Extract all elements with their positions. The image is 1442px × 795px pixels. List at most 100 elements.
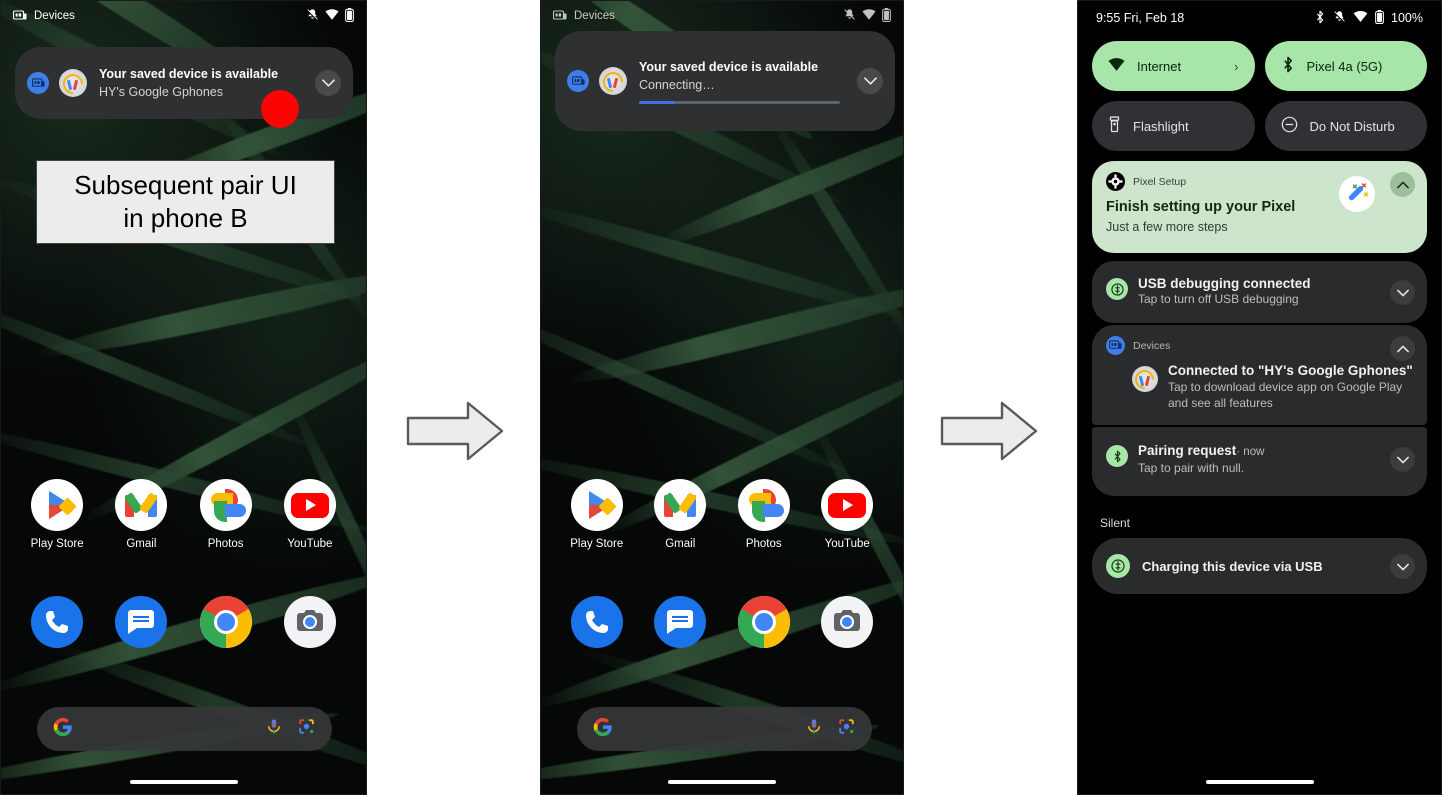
app-label: Gmail — [665, 538, 696, 550]
figure-caption: Subsequent pair UI in phone B — [36, 160, 335, 244]
notification-title: Pairing request — [1138, 443, 1237, 458]
svg-text:✖: ✖ — [1363, 192, 1369, 199]
app-grid: Play Store Gmail Photos YouTube — [541, 479, 903, 648]
silent-notification-list: Charging this device via USB — [1078, 538, 1441, 594]
devices-icon — [13, 10, 27, 22]
chevron-down-icon[interactable] — [1390, 447, 1415, 472]
battery-icon — [1375, 9, 1384, 27]
app-row-1: Play Store Gmail Photos YouTube — [541, 479, 903, 550]
notification-subtitle: Tap to turn off USB debugging — [1138, 292, 1299, 306]
qs-tile-label: Do Not Disturb — [1309, 118, 1395, 134]
battery-percent-label: 100% — [1391, 11, 1423, 25]
app-chrome[interactable] — [729, 596, 799, 648]
app-label: Gmail — [126, 538, 157, 550]
google-lens-icon[interactable] — [837, 717, 856, 741]
app-row-1: Play Store Gmail Photos YouTube — [1, 479, 366, 550]
notification-title: USB debugging connected — [1138, 276, 1311, 291]
phone-icon — [570, 596, 623, 648]
home-nav-pill[interactable] — [129, 780, 238, 784]
google-photos-icon — [199, 479, 252, 531]
qs-tile-bluetooth[interactable]: Pixel 4a (5G) — [1264, 41, 1427, 91]
app-gmail[interactable]: Gmail — [106, 479, 176, 550]
notification-usb-debugging[interactable]: USB debugging connected Tap to turn off … — [1092, 261, 1427, 323]
google-search-bar[interactable] — [577, 707, 872, 751]
google-lens-icon[interactable] — [297, 717, 316, 741]
app-camera[interactable] — [812, 596, 882, 648]
app-youtube[interactable]: YouTube — [275, 479, 345, 550]
svg-text:✖: ✖ — [1361, 183, 1367, 190]
notification-title: Your saved device is available — [99, 66, 279, 81]
devices-icon — [553, 10, 567, 22]
app-gmail[interactable]: Gmail — [645, 479, 715, 550]
app-chrome[interactable] — [191, 596, 261, 648]
right-arrow-icon — [406, 400, 504, 467]
heads-up-notification[interactable]: Your saved device is available Connectin… — [555, 31, 895, 131]
notification-pixel-setup[interactable]: Pixel Setup ✖ ✖ ✖ Finish setting up your… — [1092, 161, 1427, 253]
notification-title: Your saved device is available — [639, 59, 819, 74]
notification-timestamp: · now — [1236, 446, 1265, 458]
heads-up-notification[interactable]: Your saved device is available HY's Goog… — [15, 47, 353, 119]
app-play-store[interactable]: Play Store — [562, 479, 632, 550]
earbuds-device-icon — [1132, 366, 1158, 392]
chevron-up-icon[interactable] — [1390, 172, 1415, 197]
notification-text: Your saved device is available Connectin… — [639, 59, 851, 104]
svg-text:✖: ✖ — [1352, 184, 1358, 191]
app-label: YouTube — [287, 538, 333, 550]
notification-subtitle: Tap to pair with null. — [1138, 461, 1245, 475]
usb-icon — [1106, 278, 1128, 300]
wifi-icon — [325, 9, 339, 23]
app-label: Photos — [745, 538, 782, 550]
chevron-up-icon[interactable] — [1390, 336, 1415, 361]
notification-charging-usb[interactable]: Charging this device via USB — [1092, 538, 1427, 594]
app-grid: Play Store Gmail Photos YouTube — [1, 479, 366, 648]
qs-tile-do-not-disturb[interactable]: Do Not Disturb — [1264, 101, 1427, 151]
app-row-2 — [541, 596, 903, 648]
notification-pairing-request[interactable]: Pairing request · now Tap to pair with n… — [1092, 427, 1427, 496]
chevron-down-icon[interactable] — [1390, 280, 1415, 305]
gmail-icon — [115, 479, 168, 531]
home-nav-pill[interactable] — [1205, 780, 1314, 784]
camera-icon — [283, 596, 336, 648]
microphone-icon[interactable] — [265, 718, 283, 741]
google-search-bar[interactable] — [37, 707, 332, 751]
microphone-icon[interactable] — [805, 718, 823, 741]
highlight-dot — [261, 90, 299, 128]
google-g-icon — [593, 717, 613, 742]
battery-icon — [882, 7, 891, 25]
app-phone[interactable] — [562, 596, 632, 648]
devices-icon — [1106, 336, 1125, 355]
settings-gear-icon — [1106, 172, 1125, 191]
app-photos[interactable]: Photos — [729, 479, 799, 550]
app-row-2 — [1, 596, 366, 648]
app-label: Play Store — [570, 538, 624, 550]
bluetooth-icon — [1281, 56, 1295, 76]
home-nav-pill[interactable] — [668, 780, 776, 784]
app-play-store[interactable]: Play Store — [22, 479, 92, 550]
chevron-down-icon[interactable] — [857, 68, 883, 94]
app-label: Photos — [207, 538, 244, 550]
status-app-label: Devices — [574, 10, 615, 22]
app-photos[interactable]: Photos — [191, 479, 261, 550]
app-youtube[interactable]: YouTube — [812, 479, 882, 550]
chevron-down-icon[interactable] — [1390, 554, 1415, 579]
connection-progress-bar — [639, 100, 840, 104]
app-messages[interactable] — [645, 596, 715, 648]
phone-c-notification-shade: 9:55 Fri, Feb 18 100% Internet › Pixel 4… — [1077, 0, 1442, 795]
progress-fill — [639, 100, 676, 104]
notification-subtitle: Tap to download device app on Google Pla… — [1168, 380, 1403, 410]
chevron-down-icon[interactable] — [315, 70, 341, 96]
status-bar: Devices — [1, 1, 366, 31]
status-app-label: Devices — [34, 10, 75, 22]
chevron-right-icon[interactable]: › — [1234, 59, 1238, 74]
app-camera[interactable] — [275, 596, 345, 648]
qs-tile-label: Internet — [1137, 58, 1182, 74]
app-label: YouTube — [824, 538, 870, 550]
qs-tile-flashlight[interactable]: Flashlight — [1092, 101, 1255, 151]
notification-app-name: Devices — [1133, 339, 1171, 352]
app-messages[interactable] — [106, 596, 176, 648]
bluetooth-icon — [1106, 445, 1128, 467]
notification-devices-connected[interactable]: Devices Connected to "HY's Google Gphone… — [1092, 325, 1427, 425]
youtube-icon — [821, 479, 874, 531]
app-phone[interactable] — [22, 596, 92, 648]
qs-tile-internet[interactable]: Internet › — [1092, 41, 1255, 91]
